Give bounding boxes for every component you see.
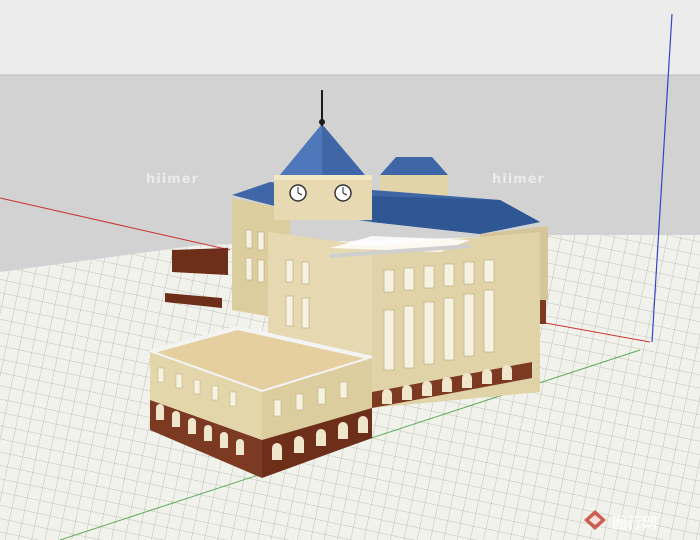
watermark-right: hiimer [492,172,545,187]
left-wall-dark [172,248,228,275]
sky [0,0,700,75]
tower-body [274,175,372,220]
watermark-left: hiimer [146,172,199,187]
scene-svg [0,0,700,540]
logo-text: 图行网 [612,514,658,532]
model-viewport[interactable]: hiimer hiimer 图行网 [0,0,700,540]
logo-icon [584,510,606,530]
corner-logo: 图行网 [582,508,694,534]
